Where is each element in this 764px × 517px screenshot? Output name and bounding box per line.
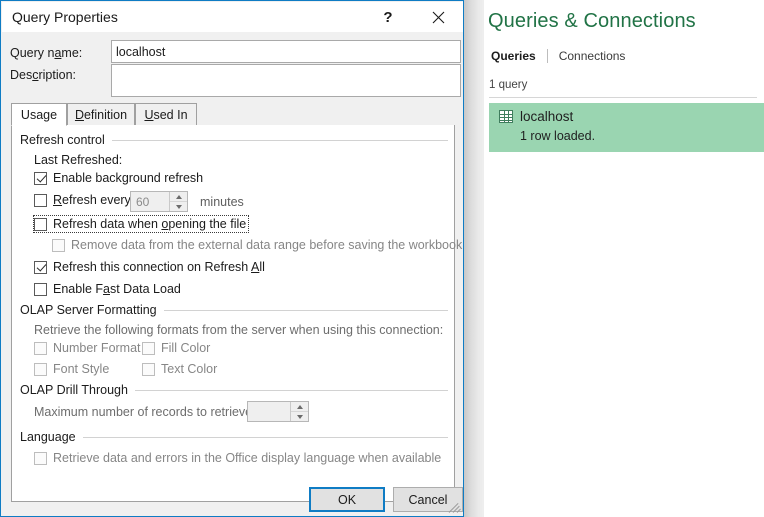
checkbox-label: Number Format xyxy=(53,341,141,355)
checkbox-retrieve-office-language: Retrieve data and errors in the Office d… xyxy=(34,451,441,465)
checkbox-box xyxy=(34,261,47,274)
checkbox-number-format: Number Format xyxy=(34,341,141,355)
checkbox-label: Refresh every xyxy=(53,193,131,207)
checkbox-box xyxy=(34,218,47,231)
help-icon[interactable]: ? xyxy=(371,2,405,32)
tab-usage[interactable]: Usage xyxy=(11,103,67,126)
spinner-up-icon[interactable] xyxy=(291,402,308,412)
max-records-spinner[interactable] xyxy=(247,401,309,422)
checkbox-label: Text Color xyxy=(161,362,217,376)
dialog-tabstrip: Usage Definition Used In xyxy=(11,103,455,126)
refresh-interval-value[interactable]: 60 xyxy=(131,192,169,211)
close-icon[interactable] xyxy=(421,2,455,32)
max-records-value[interactable] xyxy=(248,402,290,421)
tab-used-in-label: Used In xyxy=(144,108,187,122)
spinner-buttons xyxy=(169,192,187,211)
resize-grip[interactable] xyxy=(448,500,461,513)
description-label: Description: xyxy=(10,68,76,82)
dialog-body: Query name: Description: Usage Definitio… xyxy=(2,32,463,515)
queries-panel-tabs: Queries Connections xyxy=(489,49,627,63)
group-rule xyxy=(164,310,448,311)
group-olap-server-formatting-title: OLAP Server Formatting xyxy=(20,303,157,317)
arrow-down-icon xyxy=(176,205,182,209)
checkbox-box xyxy=(142,363,155,376)
checkbox-box xyxy=(34,194,47,207)
max-records-label: Maximum number of records to retrieve: xyxy=(34,405,256,419)
group-olap-drill-through: OLAP Drill Through xyxy=(20,383,448,397)
checkbox-label: Fill Color xyxy=(161,341,210,355)
group-rule xyxy=(135,390,448,391)
checkbox-remove-data-before-saving: Remove data from the external data range… xyxy=(52,238,462,252)
tab-definition-label: Definition xyxy=(75,108,127,122)
group-language-title: Language xyxy=(20,430,76,444)
checkbox-enable-fast-data-load[interactable]: Enable Fast Data Load xyxy=(34,282,181,296)
refresh-interval-spinner[interactable]: 60 xyxy=(130,191,188,212)
group-refresh-control: Refresh control xyxy=(20,133,448,147)
checkbox-font-style: Font Style xyxy=(34,362,109,376)
queries-list-divider xyxy=(489,97,757,98)
group-language: Language xyxy=(20,430,448,444)
group-olap-drill-through-title: OLAP Drill Through xyxy=(20,383,128,397)
query-name-input[interactable] xyxy=(111,40,461,63)
checkbox-box xyxy=(34,452,47,465)
checkbox-label: Remove data from the external data range… xyxy=(71,238,462,252)
query-properties-dialog: Query Properties ? Query name: Descripti… xyxy=(0,0,464,517)
checkbox-refresh-every[interactable]: Refresh every xyxy=(34,193,131,207)
query-item-status: 1 row loaded. xyxy=(520,129,595,143)
last-refreshed-label: Last Refreshed: xyxy=(34,153,122,167)
minutes-label: minutes xyxy=(200,195,244,209)
checkbox-box xyxy=(142,342,155,355)
query-count-label: 1 query xyxy=(489,79,527,91)
panel-shadow-gradient xyxy=(464,0,484,517)
spinner-up-icon[interactable] xyxy=(170,192,187,202)
checkbox-refresh-on-open[interactable]: Refresh data when opening the file xyxy=(34,216,248,232)
spinner-buttons xyxy=(290,402,308,421)
checkbox-label: Enable Fast Data Load xyxy=(53,282,181,296)
checkbox-label: Refresh data when opening the file xyxy=(53,217,246,231)
tab-definition[interactable]: Definition xyxy=(67,103,135,126)
description-input[interactable] xyxy=(111,64,461,97)
checkbox-fill-color: Fill Color xyxy=(142,341,210,355)
table-grid-icon xyxy=(499,110,513,123)
tab-usage-label: Usage xyxy=(21,108,57,122)
tab-separator xyxy=(547,49,548,63)
group-refresh-control-title: Refresh control xyxy=(20,133,105,147)
query-list-item-localhost[interactable]: localhost 1 row loaded. xyxy=(489,103,764,152)
queries-panel-title: Queries & Connections xyxy=(488,10,696,33)
checkbox-refresh-on-refresh-all[interactable]: Refresh this connection on Refresh All xyxy=(34,260,265,274)
dialog-titlebar: Query Properties ? xyxy=(2,2,463,32)
screen: Queries & Connections Queries Connection… xyxy=(0,0,764,517)
arrow-up-icon xyxy=(176,195,182,199)
checkbox-box xyxy=(34,363,47,376)
spinner-down-icon[interactable] xyxy=(170,202,187,211)
checkbox-box xyxy=(34,283,47,296)
checkbox-box xyxy=(34,172,47,185)
query-item-header: localhost xyxy=(499,109,573,124)
tab-connections[interactable]: Connections xyxy=(557,49,628,63)
query-name-label: Query name: xyxy=(10,46,82,60)
dialog-title: Query Properties xyxy=(12,9,118,25)
ok-button[interactable]: OK xyxy=(309,487,385,512)
checkbox-box xyxy=(34,342,47,355)
group-rule xyxy=(112,140,448,141)
checkbox-enable-background-refresh[interactable]: Enable background refresh xyxy=(34,171,203,185)
checkbox-label: Retrieve data and errors in the Office d… xyxy=(53,451,441,465)
olap-formats-description: Retrieve the following formats from the … xyxy=(34,323,443,337)
group-olap-server-formatting: OLAP Server Formatting xyxy=(20,303,448,317)
checkbox-label: Enable background refresh xyxy=(53,171,203,185)
usage-tab-panel: Refresh control Last Refreshed: Enable b… xyxy=(11,125,455,502)
checkbox-text-color: Text Color xyxy=(142,362,217,376)
queries-and-connections-panel xyxy=(464,0,764,517)
checkbox-box xyxy=(52,239,65,252)
checkbox-label: Font Style xyxy=(53,362,109,376)
arrow-down-icon xyxy=(297,415,303,419)
group-rule xyxy=(83,437,448,438)
checkbox-label: Refresh this connection on Refresh All xyxy=(53,260,265,274)
spinner-down-icon[interactable] xyxy=(291,412,308,421)
arrow-up-icon xyxy=(297,405,303,409)
query-item-name: localhost xyxy=(520,109,573,124)
tab-used-in[interactable]: Used In xyxy=(135,103,197,126)
tab-queries[interactable]: Queries xyxy=(489,49,538,63)
